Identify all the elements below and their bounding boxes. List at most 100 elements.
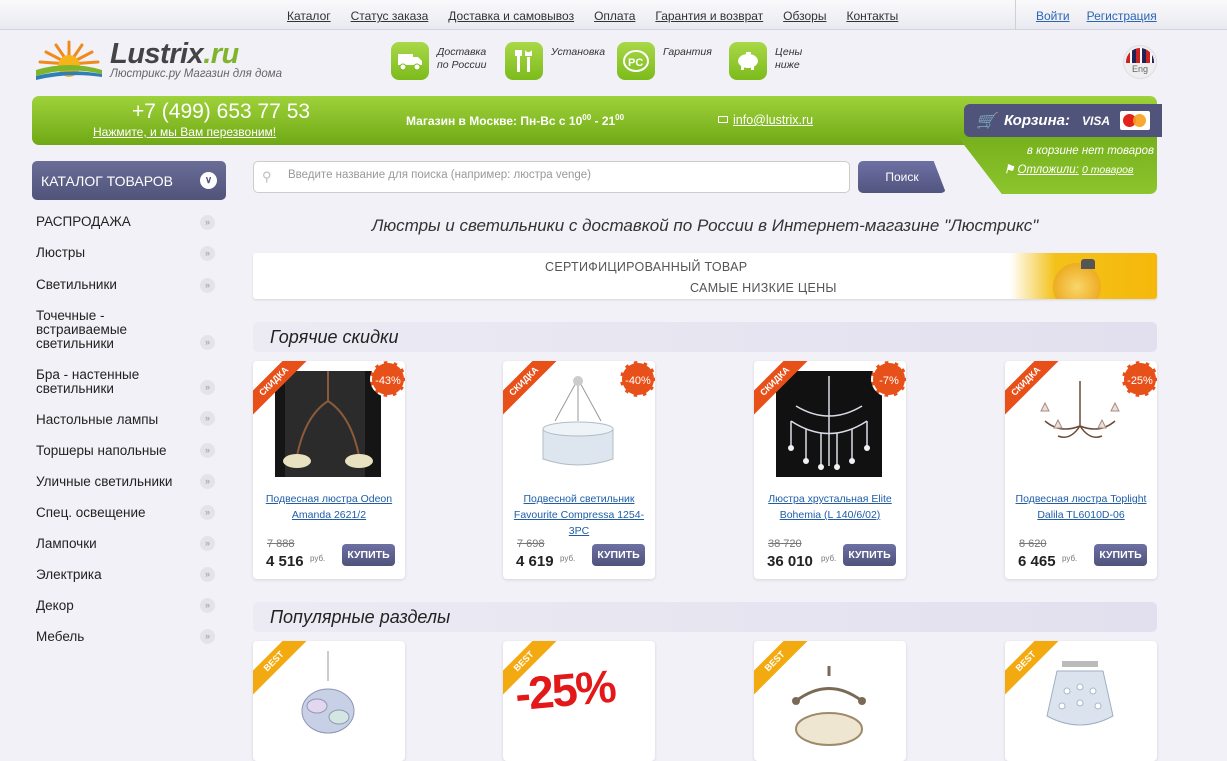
search-input[interactable] [288, 169, 838, 181]
catalog-header[interactable]: КАТАЛОГ ТОВАРОВ ∨ [32, 161, 226, 200]
nav-delivery-link[interactable]: Доставка и самовывоз [448, 9, 574, 23]
uk-flag-icon [1126, 48, 1154, 63]
currency-label: руб. [821, 554, 837, 563]
catalog-item-furniture[interactable]: Мебель» [36, 629, 216, 644]
old-price: 7 888 [267, 538, 295, 550]
catalog-item-spotlights[interactable]: Точечные - встраиваемые светильники» [36, 309, 215, 351]
promo-discount-text: -25% [512, 659, 617, 721]
catalog-item-outdoor[interactable]: Уличные светильники» [36, 474, 216, 489]
product-image[interactable] [1027, 371, 1133, 477]
piggy-bank-icon [729, 42, 767, 80]
catalog-item-chandeliers[interactable]: Люстры» [36, 246, 216, 261]
feature-prices-line2: ниже [775, 59, 800, 71]
product-name-link[interactable]: Подвесная люстра Odeon Amanda 2621/2 [261, 491, 397, 523]
product-image [1027, 651, 1133, 757]
hot-discounts-heading: Горячие скидки [253, 322, 1157, 352]
nav-reviews-link[interactable]: Обзоры [783, 9, 826, 23]
catalog-item-sale[interactable]: РАСПРОДАЖА» [36, 215, 216, 230]
chevron-right-icon: » [200, 411, 215, 426]
store-hours: Магазин в Москве: Пн-Вс с 1000 - 2100 [406, 113, 625, 128]
popular-card[interactable]: BEST [253, 641, 405, 761]
nav-guarantee-link[interactable]: Гарантия и возврат [655, 9, 763, 23]
buy-button[interactable]: КУПИТЬ [592, 544, 645, 566]
callback-link[interactable]: Нажмите, и мы Вам перезвоним! [93, 125, 276, 139]
promo-banner[interactable]: СЕРТИФИЦИРОВАННЫЙ ТОВАР САМЫЕ НИЗКИЕ ЦЕН… [253, 253, 1157, 299]
page-headline: Люстры и светильники с доставкой по Росс… [371, 216, 1039, 235]
buy-button[interactable]: КУПИТЬ [342, 544, 395, 566]
buy-button[interactable]: КУПИТЬ [843, 544, 896, 566]
language-switch[interactable]: Eng [1123, 45, 1157, 79]
catalog-item-floor-lamps[interactable]: Торшеры напольные» [36, 443, 216, 458]
chevron-right-icon: » [200, 474, 215, 489]
catalog-item-bulbs[interactable]: Лампочки» [36, 536, 216, 551]
product-name-link[interactable]: Подвесной светильник Favourite Compressa… [511, 491, 647, 539]
old-price: 8 620 [1019, 538, 1047, 550]
nav-contacts-link[interactable]: Контакты [846, 9, 898, 23]
email-link[interactable]: info@lustrix.ru [718, 113, 813, 127]
guarantee-icon: PC [617, 42, 655, 80]
truck-icon [391, 42, 429, 80]
nav-order-status-link[interactable]: Статус заказа [351, 9, 429, 23]
search-button[interactable]: Поиск [858, 161, 946, 193]
logo-tagline: Люстрикс.ру Магазин для дома [110, 68, 282, 80]
popular-card[interactable]: BEST [754, 641, 906, 761]
product-image[interactable] [776, 371, 882, 477]
sun-logo-icon [36, 40, 102, 80]
product-name-link[interactable]: Подвесная люстра Toplight Dalila TL6010D… [1013, 491, 1149, 523]
chevron-right-icon: » [200, 278, 215, 293]
product-name-link[interactable]: Люстра хрустальная Elite Bohemia (L 140/… [762, 491, 898, 523]
register-link[interactable]: Регистрация [1087, 9, 1157, 30]
cart-icon: 🛒 [976, 113, 996, 130]
feature-prices-line1: Цены [775, 46, 803, 58]
catalog-item-lamps[interactable]: Светильники» [36, 278, 216, 293]
chevron-right-icon: » [200, 629, 215, 644]
logo-text: Lustrix.ru [110, 38, 239, 70]
discount-badge: -25% [1122, 361, 1157, 397]
feature-delivery-line1: Доставка [437, 46, 487, 58]
product-card: СКИДКА -43% Подвесная люстра Odeon Amand… [253, 361, 405, 579]
search-box: ⚲ [253, 161, 850, 193]
deferred-link[interactable]: ⚑ Отложили: 0 товаров [1004, 162, 1134, 176]
catalog-item-decor[interactable]: Декор» [36, 598, 216, 613]
chevron-right-icon: » [200, 598, 215, 613]
chevron-down-icon: ∨ [200, 172, 217, 189]
catalog-item-electrics[interactable]: Электрика» [36, 567, 216, 582]
popular-sections-heading: Популярные разделы [253, 602, 1157, 632]
top-nav: Каталог Статус заказа Доставка и самовыв… [287, 9, 918, 23]
catalog-title: КАТАЛОГ ТОВАРОВ [41, 173, 173, 189]
cart-status: в корзине нет товаров [1026, 145, 1154, 157]
discount-badge: -7% [871, 361, 906, 397]
catalog-item-table-lamps[interactable]: Настольные лампы» [36, 411, 216, 427]
search-icon: ⚲ [262, 169, 272, 184]
currency-label: руб. [310, 554, 326, 563]
chevron-right-icon: » [200, 505, 215, 520]
visa-logo: VISA [1082, 114, 1111, 128]
catalog-item-sconces[interactable]: Бра - настенные светильники» [36, 368, 215, 396]
banner-line1: СЕРТИФИЦИРОВАННЫЙ ТОВАР [545, 260, 748, 274]
buy-button[interactable]: КУПИТЬ [1094, 544, 1147, 566]
old-price: 38 720 [768, 538, 802, 550]
product-card: СКИДКА -40% Подвесной светильник Favouri… [503, 361, 655, 579]
language-label: Eng [1131, 64, 1148, 74]
product-image[interactable] [275, 371, 381, 477]
login-link[interactable]: Войти [1036, 9, 1070, 30]
popular-card[interactable]: BEST [1005, 641, 1157, 761]
mastercard-logo-icon [1120, 111, 1150, 130]
nav-payment-link[interactable]: Оплата [594, 9, 635, 23]
catalog-item-special[interactable]: Спец. освещение» [36, 505, 216, 520]
current-price: 36 010 [767, 553, 813, 570]
banner-line2: САМЫЕ НИЗКИЕ ЦЕНЫ [690, 281, 837, 295]
site-logo[interactable]: Lustrix.ru Люстрикс.ру Магазин для дома [34, 38, 314, 86]
product-image[interactable] [525, 371, 631, 477]
chevron-right-icon: » [200, 536, 215, 551]
chevron-right-icon: » [200, 443, 215, 458]
nav-catalog-link[interactable]: Каталог [287, 9, 331, 23]
old-price: 7 698 [517, 538, 545, 550]
currency-label: руб. [1062, 554, 1078, 563]
current-price: 6 465 [1018, 553, 1056, 570]
popular-card[interactable]: BEST -25% [503, 641, 655, 761]
phone-number[interactable]: +7 (499) 653 77 53 [132, 100, 310, 124]
cart-button[interactable]: 🛒 Корзина: VISA [964, 104, 1162, 137]
chevron-right-icon: » [200, 215, 215, 230]
chevron-right-icon: » [200, 380, 215, 395]
